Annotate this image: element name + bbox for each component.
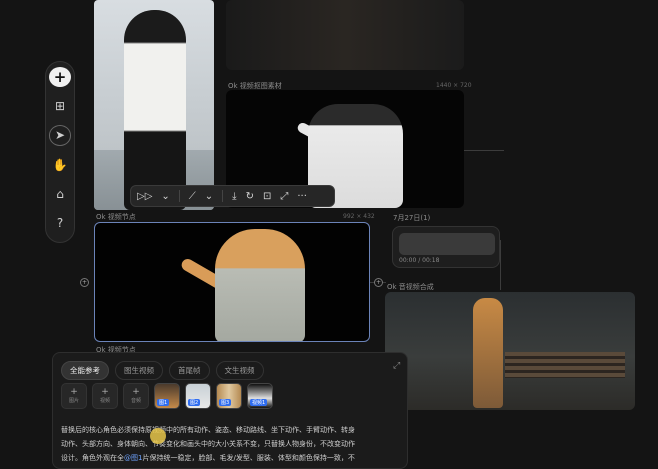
mouse-cursor-highlight xyxy=(150,428,166,444)
chevron-down-icon[interactable]: ⌄ xyxy=(161,191,169,202)
crop-icon[interactable]: ⊡ xyxy=(263,191,271,202)
image-node-office[interactable] xyxy=(94,0,214,210)
add-image-button[interactable]: + 图片 xyxy=(61,383,87,409)
help-icon[interactable]: ? xyxy=(49,213,71,233)
cat-figure-shape xyxy=(473,298,503,408)
output-port[interactable]: + xyxy=(374,278,383,287)
audio-node[interactable]: 00:00 / 00:18 xyxy=(392,226,500,268)
divider xyxy=(222,190,224,202)
image-mention[interactable]: @图1 xyxy=(124,454,142,462)
prompt-line: 设计。角色外观在全@图1片保持统一稳定，脸部、毛发/发型、服装、体型和颜色保持一… xyxy=(61,451,401,465)
reference-thumb-3[interactable]: 图3 xyxy=(216,383,242,409)
prompt-panel: 全能参考 图生视频 首尾帧 文生视频 ⤢ + 图片 + 视频 + 音频 图1 图2 图… xyxy=(52,352,408,469)
node-size: 1440 × 720 xyxy=(436,82,472,89)
image-toolbar: ▷▷ ⌄ ⟋ ⌄ ⤓ ↻ ⊡ ⤢ ··· xyxy=(130,185,335,207)
video-node-result[interactable] xyxy=(385,292,635,410)
prompt-text: 片保持统一稳定，脸部、毛发/发型、服装、体型和颜色保持一致，不 xyxy=(142,454,355,462)
reference-thumb-video[interactable]: 视频1 xyxy=(247,383,273,409)
mode-tabs: 全能参考 图生视频 首尾帧 文生视频 xyxy=(61,361,264,380)
camera-icon[interactable]: ⌂ xyxy=(49,184,71,204)
download-icon[interactable]: ⤓ xyxy=(232,191,236,202)
divider xyxy=(178,190,180,202)
reference-tag: 视频1 xyxy=(250,399,268,406)
tab-all-reference[interactable]: 全能参考 xyxy=(61,361,109,380)
connector-line xyxy=(500,240,501,290)
audio-waveform xyxy=(399,233,495,255)
play-icon[interactable]: ▷▷ xyxy=(137,191,152,202)
reference-thumb-1[interactable]: 图1 xyxy=(154,383,180,409)
add-video-button[interactable]: + 视频 xyxy=(92,383,118,409)
add-video-label: 视频 xyxy=(99,398,110,404)
chevron-down-icon[interactable]: ⌄ xyxy=(205,191,213,202)
prompt-line: 替换后的核心角色必须保持原视频中的所有动作、姿态、移动路线、坐下动作、手臂动作、… xyxy=(61,426,355,434)
audio-time: 00:00 / 00:18 xyxy=(399,257,440,264)
more-icon[interactable]: ··· xyxy=(297,191,307,202)
node-label: 7月27日(1) xyxy=(393,214,431,222)
reference-tag: 图1 xyxy=(157,399,170,406)
prompt-text: 设计。角色外观在全 xyxy=(61,454,124,462)
canvas-toolbar: + ⊞ ➤ ✋ ⌂ ? xyxy=(45,61,75,243)
fullscreen-icon[interactable]: ⤢ xyxy=(280,191,288,202)
node-label: Ok 音视频合成 xyxy=(387,283,434,291)
cat-figure-shape xyxy=(215,229,305,341)
node-label: Ok 视频节点 xyxy=(96,213,136,221)
reference-list: + 图片 + 视频 + 音频 图1 图2 图3 视频1 xyxy=(61,383,273,409)
cursor-select-icon[interactable]: ➤ xyxy=(49,125,71,146)
brush-icon[interactable]: ⟋ xyxy=(189,191,196,202)
reference-tag: 图2 xyxy=(188,399,201,406)
tab-text-to-video[interactable]: 文生视频 xyxy=(215,361,264,380)
add-audio-button[interactable]: + 音频 xyxy=(123,383,149,409)
add-image-label: 图片 xyxy=(68,398,79,404)
reference-tag: 图3 xyxy=(219,399,232,406)
prompt-line: 动作、头部方向、身体朝向、节奏变化和画头中的大小关系不变，只替换人物身份，不改变… xyxy=(61,440,355,448)
add-audio-label: 音频 xyxy=(130,398,141,404)
expand-icon[interactable]: ⤢ xyxy=(393,361,400,371)
grid-icon[interactable]: ⊞ xyxy=(49,96,71,116)
person-shape xyxy=(124,10,186,210)
image-node-top[interactable] xyxy=(226,0,464,70)
prompt-input[interactable]: 替换后的核心角色必须保持原视频中的所有动作、姿态、移动路线、坐下动作、手臂动作、… xyxy=(61,423,401,465)
video-node-cat[interactable] xyxy=(94,222,370,342)
add-icon[interactable]: + xyxy=(49,67,71,88)
hand-icon[interactable]: ✋ xyxy=(49,155,71,175)
reference-thumb-2[interactable]: 图2 xyxy=(185,383,211,409)
bench-shape xyxy=(505,352,625,378)
input-port[interactable]: + xyxy=(80,278,89,287)
node-size: 992 × 432 xyxy=(343,213,375,220)
tab-first-last-frame[interactable]: 首尾帧 xyxy=(169,361,210,380)
history-icon[interactable]: ↻ xyxy=(246,191,254,202)
tab-image-to-video[interactable]: 图生视频 xyxy=(115,361,163,380)
connector-line xyxy=(464,150,504,151)
